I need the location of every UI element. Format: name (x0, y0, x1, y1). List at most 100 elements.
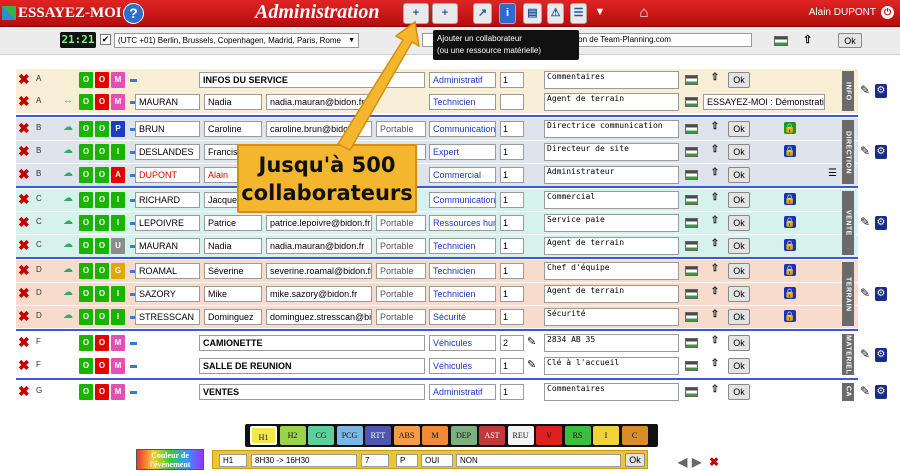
legend-item-i[interactable]: I (593, 426, 619, 445)
upload-icon[interactable]: ⇧ (709, 384, 721, 400)
edit-group-icon[interactable]: ✎ (860, 83, 872, 97)
last-name-field[interactable]: DESLANDES (135, 144, 200, 160)
first-name-field[interactable]: Nadia (204, 238, 262, 254)
event-non-select[interactable]: NON (456, 454, 621, 467)
first-name-field[interactable]: Séverine (204, 263, 262, 279)
status-square-green[interactable]: O (79, 238, 93, 254)
quantity-field[interactable]: 1 (500, 144, 524, 160)
quantity-field[interactable]: 1 (500, 121, 524, 137)
comment-field[interactable]: Clé à l'accueil (544, 357, 679, 375)
app-logo[interactable]: ESSAYEZ-MOI (2, 3, 122, 23)
lock-icon[interactable]: 🔒 (784, 264, 796, 276)
first-name-field[interactable]: Caroline (204, 121, 262, 137)
last-name-field[interactable]: BRUN (135, 121, 200, 137)
role-square[interactable]: I (111, 286, 125, 302)
lock-icon[interactable]: 🔒 (784, 310, 796, 322)
service-field[interactable]: Administratif (429, 384, 496, 400)
delete-icon[interactable]: ✖ (18, 384, 30, 400)
email-field[interactable]: mike.sazory@bidon.fr (266, 286, 372, 302)
flag-icon[interactable] (685, 312, 698, 322)
status-square-second[interactable]: O (95, 384, 109, 400)
delete-icon[interactable]: ✖ (18, 72, 30, 88)
quantity-field[interactable]: 1 (500, 167, 524, 183)
resource-name-field[interactable]: CAMIONETTE (199, 335, 425, 351)
comment-field[interactable]: 2834 AB 35 (544, 334, 679, 352)
settings-icon[interactable]: ⚙ (875, 385, 887, 399)
group-letter[interactable]: B (36, 167, 58, 183)
upload-icon[interactable]: ⇧ (709, 215, 721, 231)
delete-icon[interactable]: ✖ (18, 121, 30, 137)
email-field[interactable]: caroline.brun@bidon.fr (266, 121, 372, 137)
avatar-icon[interactable]: ☁ (63, 121, 76, 137)
flag-icon[interactable] (685, 147, 698, 157)
avatar-icon[interactable]: ☁ (63, 144, 76, 160)
status-square-second[interactable]: O (95, 358, 109, 374)
group-letter[interactable]: F (36, 358, 58, 374)
settings-icon[interactable]: ⚙ (875, 287, 887, 301)
legend-item-ast[interactable]: AST (479, 426, 505, 445)
comment-field[interactable]: Administrateur (544, 166, 679, 184)
group-letter[interactable]: A (36, 94, 58, 110)
upload-icon[interactable]: ⇧ (709, 167, 721, 183)
power-icon[interactable]: ⏻ (881, 6, 894, 19)
edit-icon[interactable]: ✎ (527, 335, 541, 351)
phone-field[interactable]: Portable (376, 121, 426, 137)
upload-icon[interactable]: ⇧ (709, 238, 721, 254)
role-square[interactable]: I (111, 192, 125, 208)
event-hours-field[interactable]: 8H30 -> 16H30 (251, 454, 357, 467)
legend-item-rtt[interactable]: RTT (365, 426, 391, 445)
group-letter[interactable]: B (36, 121, 58, 137)
role-square[interactable]: M (111, 94, 125, 110)
flag-icon[interactable] (685, 338, 698, 348)
warning-icon[interactable]: ⚠ (547, 3, 564, 24)
status-square-green[interactable]: O (79, 358, 93, 374)
resource-name-field[interactable]: SALLE DE REUNION (199, 358, 425, 374)
quantity-field[interactable]: 2 (500, 335, 524, 351)
group-letter[interactable]: F (36, 335, 58, 351)
lock-icon[interactable]: 🔒 (784, 239, 796, 251)
flag-icon[interactable] (685, 97, 698, 107)
row-ok-button[interactable]: Ok (728, 309, 750, 325)
home-icon[interactable]: ⌂ (633, 3, 655, 24)
upload-icon[interactable]: ⇧ (709, 358, 721, 374)
delete-icon[interactable]: ✖ (18, 238, 30, 254)
info-icon[interactable]: i (499, 3, 516, 24)
site-field[interactable]: ESSAYEZ-MOI : Démonstration (703, 94, 825, 110)
row-ok-button[interactable]: Ok (728, 192, 750, 208)
status-square-green[interactable]: O (79, 144, 93, 160)
delete-icon[interactable]: ✖ (18, 358, 30, 374)
edit-group-icon[interactable]: ✎ (860, 384, 872, 398)
row-ok-button[interactable]: Ok (728, 238, 750, 254)
flag-icon[interactable] (685, 75, 698, 85)
status-square-second[interactable]: O (95, 144, 109, 160)
flag-icon[interactable] (685, 361, 698, 371)
quantity-field[interactable]: 1 (500, 358, 524, 374)
quantity-field[interactable] (500, 94, 524, 110)
role-square[interactable]: M (111, 384, 125, 400)
link-icon[interactable] (63, 335, 76, 351)
timezone-checkbox[interactable]: ✔ (100, 34, 111, 45)
service-field[interactable]: Administratif (429, 72, 496, 88)
edit-group-icon[interactable]: ✎ (860, 144, 872, 158)
flag-icon[interactable] (685, 218, 698, 228)
role-square[interactable]: I (111, 215, 125, 231)
group-letter[interactable]: D (36, 263, 58, 279)
comment-field[interactable]: Sécurité (544, 308, 679, 326)
group-letter[interactable]: C (36, 238, 58, 254)
add-person-icon[interactable]: + (403, 3, 429, 24)
status-square-green[interactable]: O (79, 167, 93, 183)
status-square-green[interactable]: O (79, 263, 93, 279)
status-square-second[interactable]: O (95, 238, 109, 254)
first-name-field[interactable]: Patrice (204, 215, 262, 231)
role-square[interactable]: U (111, 238, 125, 254)
role-square[interactable]: M (111, 72, 125, 88)
email-field[interactable]: patrice.lepoivre@bidon.fr (266, 215, 372, 231)
status-square-green[interactable]: O (79, 309, 93, 325)
comment-field[interactable]: Agent de terrain (544, 93, 679, 111)
service-field[interactable]: Communication (429, 121, 496, 137)
legend-item-cg[interactable]: CG (308, 426, 334, 445)
group-letter[interactable]: C (36, 215, 58, 231)
email-field[interactable]: dominguez.stresscan@bid (266, 309, 372, 325)
status-square-second[interactable]: O (95, 121, 109, 137)
upload-icon[interactable]: ⇧ (709, 263, 721, 279)
